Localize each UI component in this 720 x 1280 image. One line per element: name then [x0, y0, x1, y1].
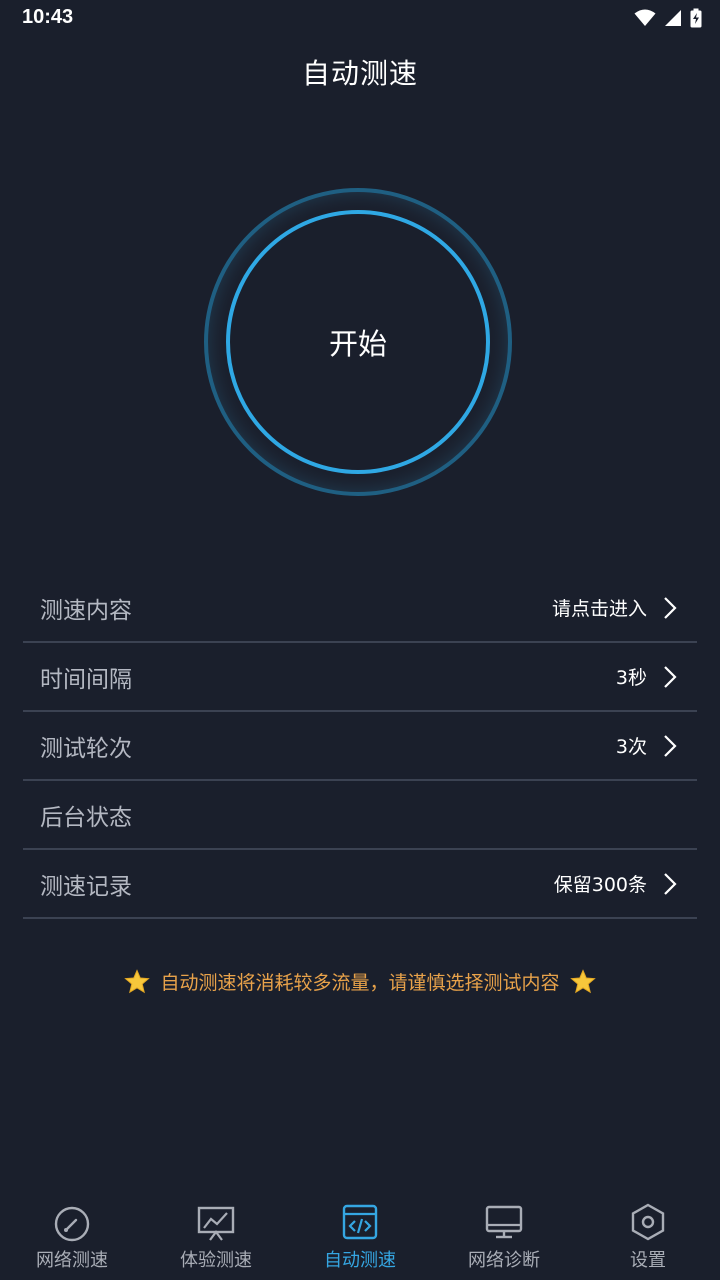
- auto-speed-test-screen: 10:43 自动测速 开始 测速内容 请点击进入 时间间隔 3秒 测试轮次 3次…: [0, 0, 720, 1280]
- nav-tab-network-speed[interactable]: 网络测速: [0, 1196, 144, 1280]
- settings-hexagon-icon: [631, 1203, 665, 1241]
- app-bar: 自动测速: [0, 36, 720, 108]
- nav-label: 自动测速: [324, 1250, 396, 1271]
- nav-tab-network-diagnosis[interactable]: 网络诊断: [432, 1196, 576, 1280]
- start-button-label: 开始: [328, 327, 387, 361]
- cell-signal-icon: [665, 10, 681, 26]
- start-button[interactable]: 开始: [202, 186, 514, 498]
- code-window-icon: [342, 1204, 378, 1240]
- bottom-nav: 网络测速 体验测速 自动测速 网络诊断 设置: [0, 1196, 720, 1280]
- settings-row-background-state[interactable]: 后台状态: [23, 781, 697, 850]
- row-label: 测试轮次: [40, 735, 132, 762]
- star-icon: [124, 968, 151, 993]
- row-value: 请点击进入: [551, 598, 647, 620]
- settings-row-records[interactable]: 测速记录 保留300条: [23, 850, 697, 919]
- speedometer-icon: [54, 1206, 90, 1242]
- battery-charging-icon: [690, 8, 702, 28]
- nav-label: 网络诊断: [468, 1250, 540, 1271]
- settings-list: 测速内容 请点击进入 时间间隔 3秒 测试轮次 3次 后台状态 测速记录 保留3…: [23, 574, 697, 919]
- tip-text: 自动测速将消耗较多流量，请谨慎选择测试内容: [160, 972, 560, 994]
- nav-label: 体验测速: [180, 1250, 252, 1271]
- nav-tab-auto-speed[interactable]: 自动测速: [288, 1196, 432, 1280]
- status-time: 10:43: [22, 6, 74, 28]
- nav-tab-settings[interactable]: 设置: [576, 1196, 720, 1280]
- row-value: 3秒: [615, 667, 647, 689]
- settings-row-test-content[interactable]: 测速内容 请点击进入: [23, 574, 697, 643]
- row-value: 3次: [615, 736, 647, 758]
- row-value: 保留300条: [553, 874, 647, 896]
- page-title: 自动测速: [301, 57, 418, 90]
- star-icon: [569, 968, 596, 993]
- chevron-right-icon: [664, 873, 677, 895]
- settings-row-interval[interactable]: 时间间隔 3秒: [23, 643, 697, 712]
- chevron-right-icon: [664, 666, 677, 688]
- desktop-icon: [485, 1205, 523, 1239]
- chart-monitor-icon: [197, 1206, 235, 1241]
- row-label: 测速内容: [40, 597, 132, 624]
- nav-tab-experience-speed[interactable]: 体验测速: [144, 1196, 288, 1280]
- settings-row-rounds[interactable]: 测试轮次 3次: [23, 712, 697, 781]
- nav-label: 设置: [630, 1250, 666, 1271]
- nav-label: 网络测速: [36, 1250, 108, 1271]
- traffic-warning-tip: 自动测速将消耗较多流量，请谨慎选择测试内容: [0, 968, 720, 995]
- chevron-right-icon: [664, 735, 677, 757]
- wifi-icon: [634, 9, 656, 26]
- row-label: 时间间隔: [40, 666, 132, 693]
- chevron-right-icon: [664, 597, 677, 619]
- status-icons: [634, 7, 702, 29]
- row-label: 测速记录: [40, 873, 132, 900]
- row-label: 后台状态: [40, 804, 132, 831]
- status-bar: 10:43: [0, 0, 720, 36]
